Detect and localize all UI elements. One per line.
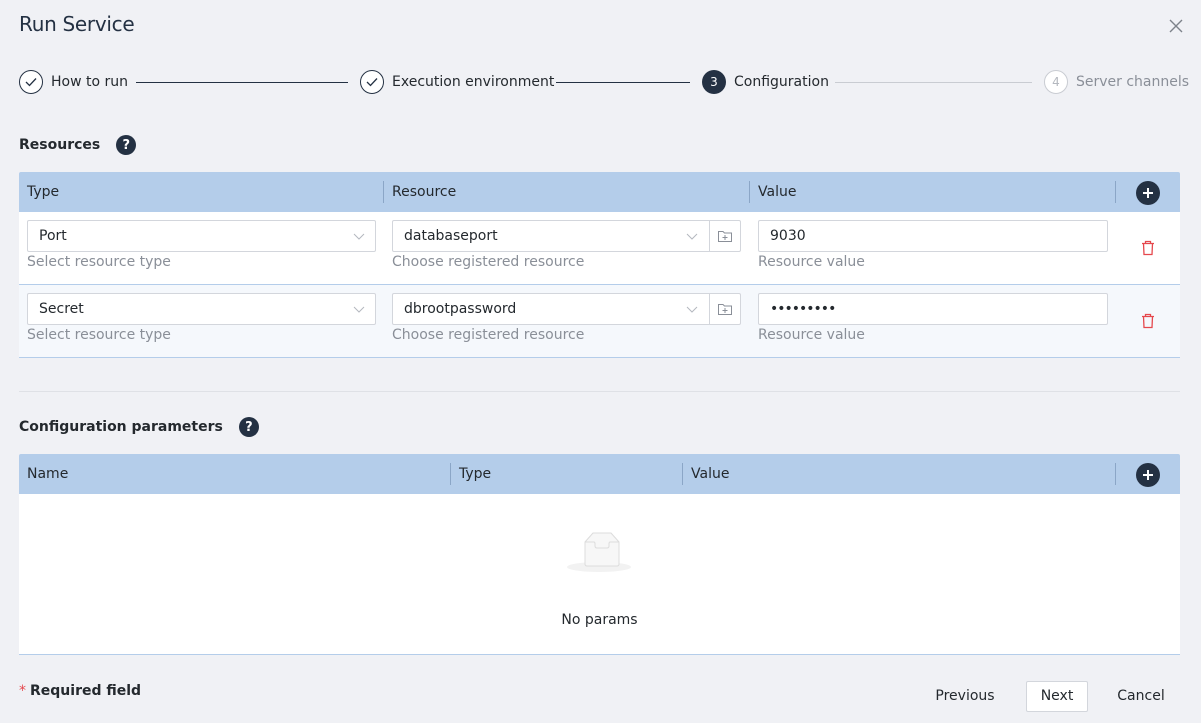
resource-type-hint: Select resource type (27, 327, 171, 343)
column-divider (383, 181, 384, 203)
step-label: Execution environment (392, 74, 555, 90)
help-icon[interactable]: ? (116, 135, 137, 155)
register-resource-button[interactable] (709, 221, 740, 251)
resource-value: databaseport (404, 228, 498, 244)
trash-icon[interactable] (1141, 240, 1155, 256)
required-asterisk: * (19, 683, 26, 699)
column-header-resource: Resource (392, 184, 457, 200)
step-connector (136, 82, 348, 83)
column-header-type: Type (459, 466, 492, 482)
resource-row: Secret Select resource type dbrootpasswo… (19, 285, 1180, 358)
next-button[interactable]: Next (1026, 681, 1088, 712)
section-divider (19, 391, 1180, 392)
column-header-type: Type (27, 184, 60, 200)
step-label: How to run (51, 74, 128, 90)
resource-type-hint: Select resource type (27, 254, 171, 270)
config-params-heading: Configuration parameters ? (19, 416, 259, 438)
resource-value-input[interactable]: 9030 (758, 220, 1108, 252)
column-divider (1115, 181, 1116, 203)
chevron-down-icon (353, 306, 365, 313)
resources-table: Type Resource Value Port Select resource… (19, 172, 1180, 358)
add-resource-button[interactable] (1136, 181, 1160, 205)
stepper: How to run Execution environment 3 Confi… (19, 70, 1189, 94)
plus-icon (1143, 188, 1153, 198)
step-configuration[interactable]: 3 Configuration (702, 70, 829, 94)
resource-hint: Choose registered resource (392, 254, 585, 270)
register-resource-button[interactable] (709, 294, 740, 324)
resources-heading: Resources ? (19, 134, 137, 156)
folder-plus-icon (718, 231, 732, 242)
resource-select[interactable]: dbrootpassword (392, 293, 741, 325)
config-params-table-header: Name Type Value (19, 454, 1180, 494)
column-header-value: Value (758, 184, 797, 200)
empty-state: No params (19, 494, 1180, 655)
resources-table-header: Type Resource Value (19, 172, 1180, 212)
step-label: Server channels (1076, 74, 1190, 90)
folder-plus-icon (718, 304, 732, 315)
config-params-title: Configuration parameters (19, 419, 223, 435)
dialog-title: Run Service (19, 12, 135, 36)
chevron-down-icon (353, 233, 365, 240)
resource-select[interactable]: databaseport (392, 220, 741, 252)
chevron-down-icon (686, 306, 698, 313)
step-connector (556, 82, 690, 83)
empty-state-text: No params (561, 612, 638, 628)
step-how-to-run[interactable]: How to run (19, 70, 128, 94)
resource-value-input[interactable]: ••••••••• (758, 293, 1108, 325)
resource-value-text: ••••••••• (770, 301, 836, 317)
column-divider (1115, 463, 1116, 485)
step-label: Configuration (734, 74, 829, 90)
config-params-table: Name Type Value No params (19, 454, 1180, 655)
column-divider (450, 463, 451, 485)
resource-type-select[interactable]: Port (27, 220, 376, 252)
step-number-badge: 3 (702, 70, 726, 94)
empty-inbox-icon (567, 532, 631, 572)
resource-type-value: Secret (39, 301, 84, 317)
close-icon[interactable] (1167, 17, 1185, 35)
cancel-button[interactable]: Cancel (1110, 681, 1172, 712)
resource-value-hint: Resource value (758, 254, 865, 270)
step-server-channels[interactable]: 4 Server channels (1044, 70, 1189, 94)
add-param-button[interactable] (1136, 463, 1160, 487)
chevron-down-icon (686, 233, 698, 240)
resource-type-select[interactable]: Secret (27, 293, 376, 325)
resource-row: Port Select resource type databaseport C… (19, 212, 1180, 285)
check-icon (360, 70, 384, 94)
previous-button[interactable]: Previous (926, 681, 1004, 712)
resource-type-value: Port (39, 228, 67, 244)
trash-icon[interactable] (1141, 313, 1155, 329)
required-label: Required field (30, 683, 142, 699)
help-icon[interactable]: ? (238, 417, 259, 437)
resource-value: dbrootpassword (404, 301, 517, 317)
plus-icon (1143, 470, 1153, 480)
resource-value-hint: Resource value (758, 327, 865, 343)
column-divider (682, 463, 683, 485)
resources-title: Resources (19, 137, 101, 153)
resource-hint: Choose registered resource (392, 327, 585, 343)
step-execution-environment[interactable]: Execution environment (360, 70, 554, 94)
step-connector (835, 82, 1032, 83)
column-divider (749, 181, 750, 203)
column-header-name: Name (27, 466, 69, 482)
step-number-badge: 4 (1044, 70, 1068, 94)
required-field-note: * Required field (19, 683, 141, 699)
column-header-value: Value (691, 466, 730, 482)
check-icon (19, 70, 43, 94)
resource-value-text: 9030 (770, 228, 806, 244)
